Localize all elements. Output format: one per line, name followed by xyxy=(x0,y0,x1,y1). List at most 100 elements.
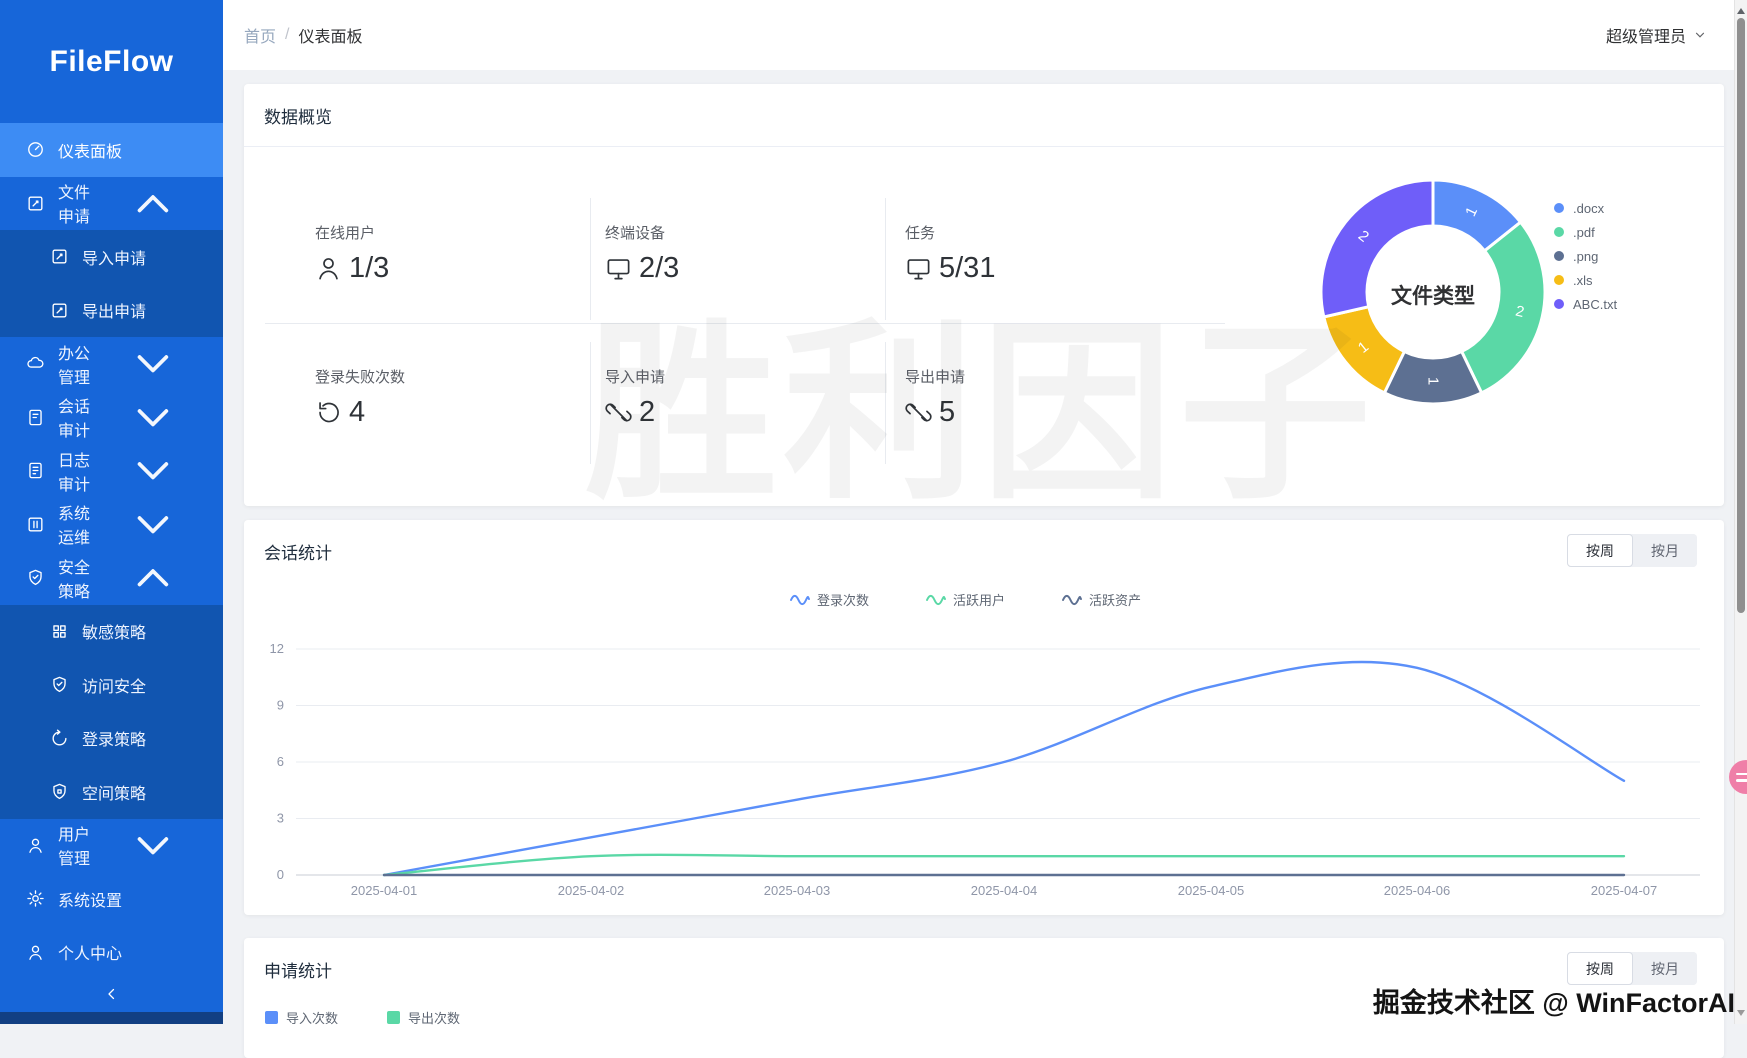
sidebar-item-label: 访问安全 xyxy=(82,673,146,697)
sidebar-collapse-button[interactable] xyxy=(0,981,223,1007)
export-request-icon xyxy=(50,301,69,320)
file-request-icon xyxy=(26,194,45,213)
sidebar-subitem-1-0[interactable]: 导入申请 xyxy=(0,230,223,284)
assistant-badge-icon xyxy=(1736,773,1747,776)
floating-assistant-badge[interactable] xyxy=(1729,760,1747,794)
user-management-icon xyxy=(26,836,45,855)
sidebar-item-6[interactable]: 安全策略 xyxy=(0,551,223,605)
legend-square-icon xyxy=(387,1011,400,1024)
legend-dot-icon xyxy=(1554,227,1564,237)
sidebar-item-label: 日志审计 xyxy=(58,447,97,495)
page-scrollbar[interactable] xyxy=(1734,0,1747,1024)
chevron-down-icon xyxy=(97,391,209,445)
user-menu[interactable]: 超级管理员 xyxy=(1606,23,1707,47)
legend-dot-icon xyxy=(1554,275,1564,285)
log-audit-icon xyxy=(26,461,45,480)
sidebar-item-0[interactable]: 仪表面板 xyxy=(0,123,223,177)
sidebar-item-7[interactable]: 用户管理 xyxy=(0,819,223,873)
sidebar-item-label: 仪表面板 xyxy=(58,138,122,162)
stat-value-row: 1/3 xyxy=(315,252,389,285)
link-off-icon xyxy=(905,399,932,426)
chevron-down-icon xyxy=(97,498,209,552)
line-series-活跃用户 xyxy=(384,855,1624,875)
dashboard-icon xyxy=(26,140,45,159)
assistant-badge-icon xyxy=(1736,779,1747,782)
donut-legend-item[interactable]: ABC.txt xyxy=(1554,292,1617,316)
sidebar-subitem-6-0[interactable]: 敏感策略 xyxy=(0,605,223,659)
scrollbar-down-arrow[interactable] xyxy=(1735,1009,1747,1024)
sidebar-item-2[interactable]: 办公管理 xyxy=(0,337,223,391)
donut-legend-item[interactable]: .xls xyxy=(1554,268,1617,292)
stat-card: 导入申请2 xyxy=(605,366,665,429)
sidebar-menu: 仪表面板文件申请导入申请导出申请办公管理会话审计日志审计系统运维安全策略敏感策略… xyxy=(0,123,223,979)
sidebar-item-1[interactable]: 文件申请 xyxy=(0,177,223,231)
breadcrumb-home[interactable]: 首页 xyxy=(244,23,276,47)
scrollbar-up-arrow[interactable] xyxy=(1735,0,1747,15)
profile-icon xyxy=(26,943,45,962)
stat-card: 任务5/31 xyxy=(905,222,995,285)
sidebar-item-5[interactable]: 系统运维 xyxy=(0,498,223,552)
donut-slice-value: 1 xyxy=(1425,377,1442,385)
log-audit-icon xyxy=(26,461,45,480)
apply-card-title: 申请统计 xyxy=(264,957,332,982)
scrollbar-thumb[interactable] xyxy=(1737,18,1745,613)
sidebar-subitem-6-3[interactable]: 空间策略 xyxy=(0,765,223,819)
legend-dot-icon xyxy=(1554,203,1564,213)
legend-label: .xls xyxy=(1573,273,1593,288)
sidebar-item-label: 文件申请 xyxy=(58,179,97,227)
monitor-icon xyxy=(905,255,932,282)
apply-legend-item[interactable]: 导入次数 xyxy=(265,1008,338,1027)
sidebar-item-label: 用户管理 xyxy=(58,821,97,869)
stat-value-row: 2/3 xyxy=(605,252,679,285)
stat-label: 导出申请 xyxy=(905,366,965,387)
overview-card-title: 数据概览 xyxy=(264,103,332,128)
sidebar-item-9[interactable]: 个人中心 xyxy=(0,926,223,980)
stats-divider xyxy=(885,198,886,320)
sidebar-subitem-6-1[interactable]: 访问安全 xyxy=(0,658,223,712)
stat-label: 登录失败次数 xyxy=(315,366,405,387)
donut-legend: .docx .pdf.png .xls ABC.txt xyxy=(1554,196,1617,316)
x-tick-label: 2025-04-01 xyxy=(351,883,418,898)
sidebar-subitem-6-2[interactable]: 登录策略 xyxy=(0,712,223,766)
session-stats-card: 会话统计 按周按月 登录次数活跃用户活跃资产 0369122025-04-012… xyxy=(244,520,1724,915)
access-security-icon xyxy=(50,675,69,694)
x-tick-label: 2025-04-05 xyxy=(1178,883,1245,898)
stat-value: 2/3 xyxy=(639,252,679,285)
stat-label: 在线用户 xyxy=(315,222,389,243)
legend-label: 导出次数 xyxy=(408,1008,460,1027)
stat-label: 任务 xyxy=(905,222,995,243)
stats-divider xyxy=(590,198,591,320)
sidebar-item-label: 办公管理 xyxy=(58,340,97,388)
sidebar-item-8[interactable]: 系统设置 xyxy=(0,872,223,926)
stat-label: 终端设备 xyxy=(605,222,679,243)
sidebar-subitem-1-1[interactable]: 导出申请 xyxy=(0,284,223,338)
apply-legend-item[interactable]: 导出次数 xyxy=(387,1008,460,1027)
login-policy-icon xyxy=(50,729,69,748)
y-tick-label: 12 xyxy=(270,641,284,656)
stat-value: 2 xyxy=(639,396,655,429)
space-policy-icon xyxy=(50,782,69,801)
stat-card: 终端设备 2/3 xyxy=(605,222,679,285)
sensitive-policy-icon xyxy=(50,622,69,641)
stats-divider xyxy=(265,323,1225,324)
donut-legend-item[interactable]: .pdf xyxy=(1554,220,1617,244)
stat-value: 5 xyxy=(939,396,955,429)
sidebar-item-label: 登录策略 xyxy=(82,726,146,750)
sidebar-item-4[interactable]: 日志审计 xyxy=(0,444,223,498)
sidebar-item-3[interactable]: 会话审计 xyxy=(0,391,223,445)
sidebar-item-label: 敏感策略 xyxy=(82,619,146,643)
session-audit-icon xyxy=(26,408,45,427)
sidebar-item-label: 系统运维 xyxy=(58,500,97,548)
chevron-left-icon xyxy=(103,985,121,1003)
x-tick-label: 2025-04-02 xyxy=(558,883,625,898)
user-icon xyxy=(315,255,342,282)
legend-label: .docx xyxy=(1573,201,1604,216)
sidebar-bottom-strip xyxy=(0,1012,223,1024)
donut-legend-item[interactable]: .png xyxy=(1554,244,1617,268)
legend-dot-icon xyxy=(1554,299,1564,309)
stat-value-row: 5 xyxy=(905,396,965,429)
donut-legend-item[interactable]: .docx xyxy=(1554,196,1617,220)
y-tick-label: 6 xyxy=(277,754,284,769)
chevron-down-icon xyxy=(97,337,209,391)
sidebar-item-label: 空间策略 xyxy=(82,780,146,804)
